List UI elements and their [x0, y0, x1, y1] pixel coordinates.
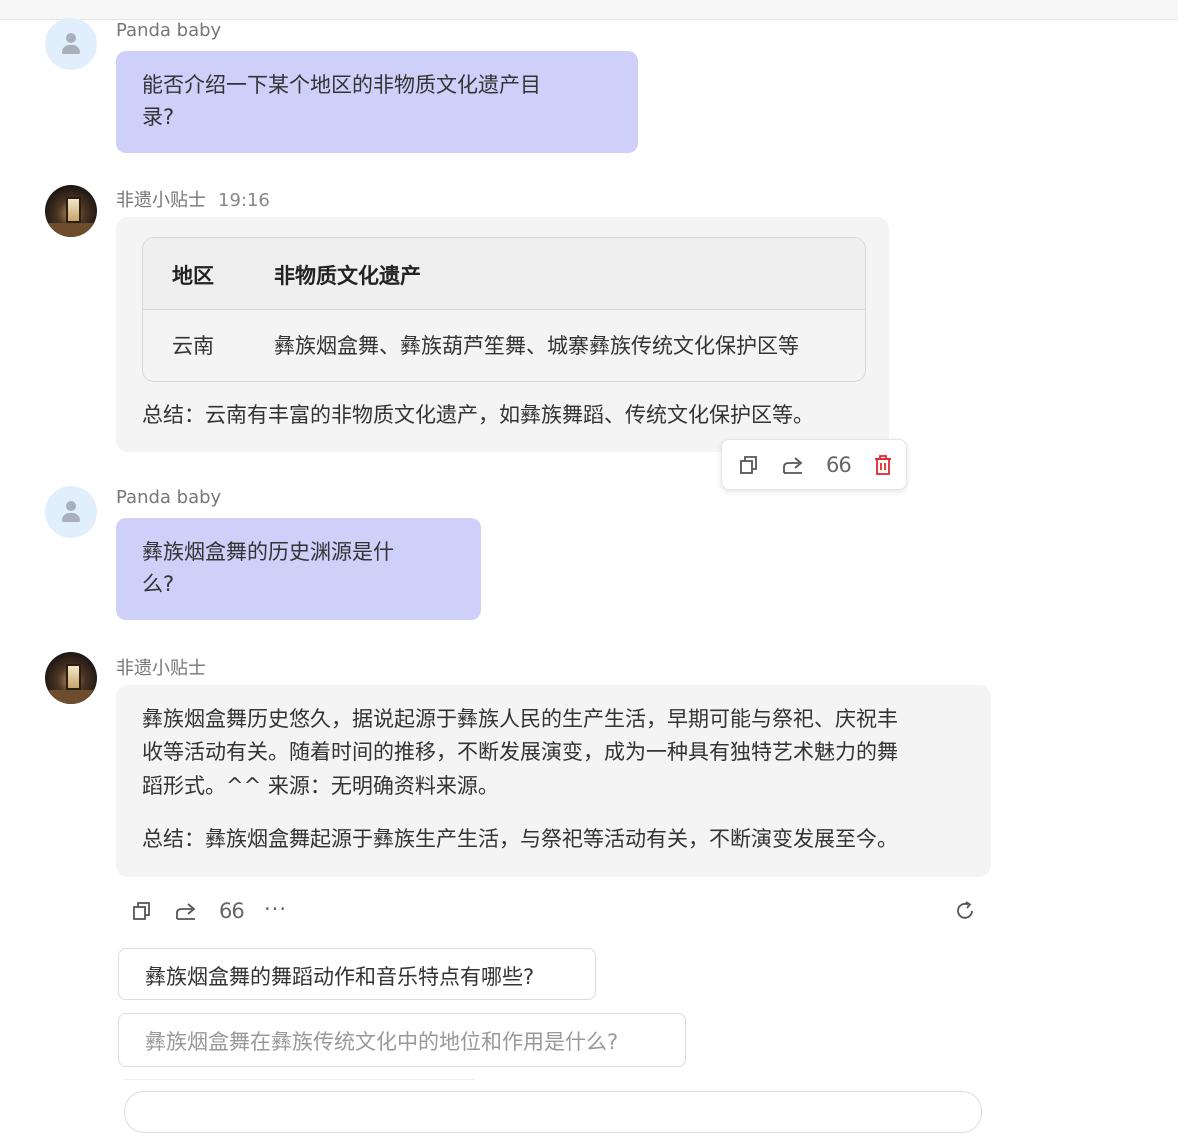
sender-name: 非遗小贴士 19:16 — [116, 186, 270, 212]
sender-name: Panda baby — [116, 487, 222, 508]
sender-name: Panda baby — [116, 20, 222, 41]
summary-text: 总结：彝族烟盒舞起源于彝族生产生活，与祭祀等活动有关，不断演变发展至今。 — [142, 827, 898, 851]
user-message-bubble: 彝族烟盒舞的历史渊源是什 么? — [116, 518, 481, 620]
table-header-cell: 非物质文化遗产 — [274, 264, 421, 288]
summary-text: 总结：云南有丰富的非物质文化遗产，如彝族舞蹈、传统文化保护区等。 — [142, 403, 814, 427]
refresh-icon[interactable] — [952, 898, 978, 924]
suggestion-chip[interactable]: 彝族烟盒舞在彝族传统文化中的地位和作用是什么? — [118, 1013, 686, 1067]
answer-line: 蹈形式。^^ 来源：无明确资料来源。 — [142, 774, 499, 798]
table-header-cell: 地区 — [172, 264, 214, 288]
quote-icon[interactable]: 66 — [219, 898, 245, 924]
table-header-row — [143, 238, 865, 310]
bot-avatar — [45, 185, 97, 237]
bot-message-bubble: 彝族烟盒舞历史悠久，据说起源于彝族人民的生产生活，早期可能与祭祀、庆祝丰 收等活… — [116, 685, 991, 877]
copy-icon[interactable] — [735, 452, 761, 478]
share-icon[interactable] — [173, 898, 199, 924]
copy-icon[interactable] — [128, 898, 154, 924]
trash-icon[interactable] — [870, 452, 896, 478]
bot-message-bubble: 地区 非物质文化遗产 云南 彝族烟盒舞、彝族葫芦笙舞、城寨彝族传统文化保护区等 … — [116, 217, 889, 452]
message-input[interactable] — [124, 1091, 982, 1133]
table-cell: 彝族烟盒舞、彝族葫芦笙舞、城寨彝族传统文化保护区等 — [274, 334, 799, 358]
share-icon[interactable] — [780, 452, 806, 478]
top-bar — [0, 0, 1178, 20]
user-avatar — [45, 18, 97, 70]
bot-avatar — [45, 652, 97, 704]
user-avatar — [45, 486, 97, 538]
bot-name: 非遗小贴士 — [116, 658, 206, 679]
divider — [124, 1079, 474, 1080]
bot-name: 非遗小贴士 — [116, 190, 206, 211]
user-message-text: 彝族烟盒舞的历史渊源是什 么? — [142, 540, 394, 596]
answer-line: 彝族烟盒舞历史悠久，据说起源于彝族人民的生产生活，早期可能与祭祀、庆祝丰 — [142, 707, 898, 731]
table-cell: 云南 — [172, 334, 214, 358]
user-message-text: 能否介绍一下某个地区的非物质文化遗产目 录? — [142, 73, 541, 129]
suggestion-chip[interactable]: 彝族烟盒舞的舞蹈动作和音乐特点有哪些? — [118, 948, 596, 1000]
more-icon[interactable]: ··· — [264, 896, 287, 922]
user-message-bubble: 能否介绍一下某个地区的非物质文化遗产目 录? — [116, 51, 638, 153]
answer-line: 收等活动有关。随着时间的推移，不断发展演变，成为一种具有独特艺术魅力的舞 — [142, 740, 898, 764]
message-time: 19:16 — [218, 190, 270, 211]
quote-icon[interactable]: 66 — [826, 452, 852, 478]
heritage-table: 地区 非物质文化遗产 云南 彝族烟盒舞、彝族葫芦笙舞、城寨彝族传统文化保护区等 — [142, 237, 866, 382]
message-action-popover: 66 — [721, 439, 907, 490]
